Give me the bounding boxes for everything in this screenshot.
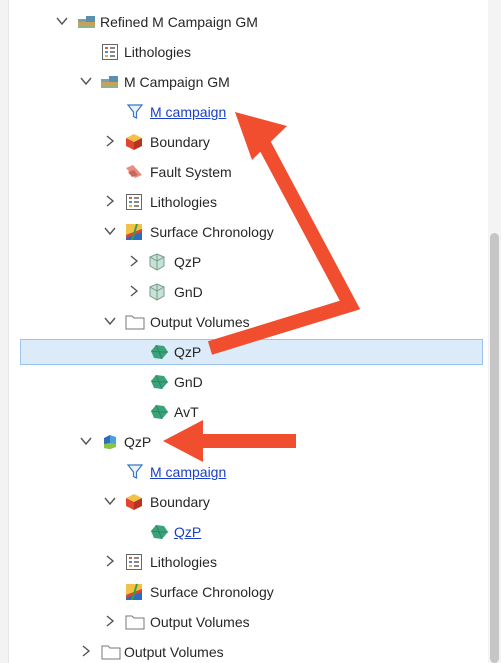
- geological-model-icon: [77, 13, 97, 31]
- tree-label: Boundary: [150, 494, 210, 510]
- chevron-right-icon[interactable]: [102, 133, 118, 149]
- volume-icon: [149, 403, 168, 421]
- funnel-filter-icon: [126, 463, 144, 481]
- tree-row-lithologies[interactable]: Lithologies: [0, 37, 487, 67]
- lithologies-list-icon: [101, 43, 119, 61]
- geological-model-icon: [100, 73, 120, 91]
- folder-icon: [125, 613, 145, 631]
- tree-label: Lithologies: [124, 44, 191, 60]
- tree-row-output-volumes[interactable]: Output Volumes: [0, 607, 487, 637]
- tree-row-refined-model[interactable]: Refined M Campaign GM: [0, 7, 487, 37]
- volume-icon: [149, 343, 168, 361]
- tree-row-output-volumes[interactable]: Output Volumes: [0, 307, 487, 337]
- tree-label: M Campaign GM: [124, 74, 230, 90]
- tree-row-boundary[interactable]: Boundary: [0, 127, 487, 157]
- vertical-scrollbar[interactable]: [488, 0, 501, 663]
- tree-label: Surface Chronology: [150, 224, 274, 240]
- tree-label: GnD: [174, 284, 203, 300]
- m-campaign-link[interactable]: M campaign: [150, 103, 226, 121]
- folder-icon: [101, 643, 121, 661]
- tree-row-m-campaign-gm[interactable]: M Campaign GM: [0, 67, 487, 97]
- tree-label: QzP: [174, 254, 202, 270]
- tree-row-m-campaign-filter[interactable]: M campaign: [0, 457, 487, 487]
- tree-row-volume-avt[interactable]: AvT: [0, 397, 487, 427]
- tree-row-lithologies[interactable]: Lithologies: [0, 547, 487, 577]
- chevron-down-icon[interactable]: [78, 73, 94, 89]
- surface-icon: [148, 253, 166, 271]
- boundary-cube-icon: [125, 493, 143, 511]
- tree-row-lithologies[interactable]: Lithologies: [0, 187, 487, 217]
- tree-row-fault-system[interactable]: Fault System: [0, 157, 487, 187]
- boundary-cube-icon: [125, 133, 143, 151]
- tree-row-surface-chronology[interactable]: Surface Chronology: [0, 217, 487, 247]
- tree-row-surface-qzp[interactable]: QzP: [0, 247, 487, 277]
- lithologies-list-icon: [125, 553, 143, 571]
- chevron-right-icon[interactable]: [102, 193, 118, 209]
- tree-label: Refined M Campaign GM: [100, 14, 258, 30]
- tree-label: Surface Chronology: [150, 584, 274, 600]
- m-campaign-link[interactable]: M campaign: [150, 463, 226, 481]
- tree-label: AvT: [174, 404, 199, 420]
- tree-label: Boundary: [150, 134, 210, 150]
- lithologies-list-icon: [125, 193, 143, 211]
- chevron-down-icon[interactable]: [78, 433, 94, 449]
- qzp-link[interactable]: QzP: [174, 523, 201, 541]
- chevron-down-icon[interactable]: [102, 223, 118, 239]
- domain-model-icon: [101, 433, 119, 451]
- tree-label: Output Volumes: [150, 314, 250, 330]
- tree-row-surface-gnd[interactable]: GnD: [0, 277, 487, 307]
- surface-chronology-icon: [125, 223, 143, 241]
- folder-icon: [125, 313, 145, 331]
- tree-row-volume-gnd[interactable]: GnD: [0, 367, 487, 397]
- scrollbar-thumb[interactable]: [490, 233, 499, 663]
- tree-label: Fault System: [150, 164, 232, 180]
- tree-label: Output Volumes: [124, 644, 224, 660]
- surface-chronology-icon: [125, 583, 143, 601]
- chevron-right-icon[interactable]: [126, 253, 142, 269]
- selection-highlight: [20, 339, 483, 365]
- tree-row-m-campaign-filter[interactable]: M campaign: [0, 97, 487, 127]
- tree-row-qzp-domain[interactable]: QzP: [0, 427, 487, 457]
- chevron-down-icon[interactable]: [54, 13, 70, 29]
- surface-icon: [148, 283, 166, 301]
- chevron-right-icon[interactable]: [78, 643, 94, 659]
- fault-system-icon: [125, 163, 143, 181]
- volume-icon: [149, 523, 168, 541]
- tree-label: QzP: [124, 434, 152, 450]
- chevron-right-icon[interactable]: [102, 613, 118, 629]
- chevron-down-icon[interactable]: [102, 313, 118, 329]
- volume-icon: [149, 373, 168, 391]
- project-tree-panel: Refined M Campaign GM Lithologies M Camp…: [0, 0, 501, 663]
- chevron-right-icon[interactable]: [126, 283, 142, 299]
- tree-row-boundary-qzp[interactable]: QzP: [0, 517, 487, 547]
- chevron-right-icon[interactable]: [102, 553, 118, 569]
- tree-row-surface-chronology[interactable]: Surface Chronology: [0, 577, 487, 607]
- tree-label: Output Volumes: [150, 614, 250, 630]
- tree-row-volume-qzp-selected[interactable]: QzP: [0, 337, 487, 367]
- tree-row-boundary[interactable]: Boundary: [0, 487, 487, 517]
- tree-row-output-volumes[interactable]: Output Volumes: [0, 637, 487, 663]
- chevron-down-icon[interactable]: [102, 493, 118, 509]
- tree-label: Lithologies: [150, 554, 217, 570]
- tree-label: Lithologies: [150, 194, 217, 210]
- tree-label: QzP: [174, 344, 202, 360]
- funnel-filter-icon: [126, 103, 144, 121]
- tree-label: GnD: [174, 374, 203, 390]
